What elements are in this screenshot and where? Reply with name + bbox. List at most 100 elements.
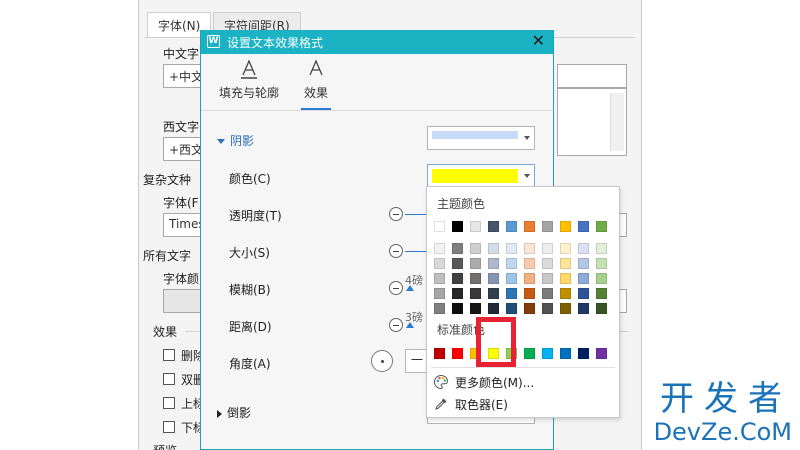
western-font-input[interactable]: +西文 xyxy=(163,137,203,161)
theme-tint-swatch[interactable] xyxy=(560,243,571,254)
standard-color-swatch[interactable] xyxy=(560,348,571,359)
blur-slider-thumb[interactable] xyxy=(406,285,414,291)
theme-tint-swatch[interactable] xyxy=(452,273,463,284)
theme-tint-swatch[interactable] xyxy=(470,303,481,314)
tab-effects[interactable]: 效果 xyxy=(297,58,335,101)
theme-tint-swatch[interactable] xyxy=(488,273,499,284)
theme-tint-swatch[interactable] xyxy=(596,258,607,269)
tab-divider xyxy=(201,110,553,111)
watermark-en: DevZe.CoM xyxy=(653,418,792,446)
theme-tint-swatch[interactable] xyxy=(434,243,445,254)
theme-tint-swatch[interactable] xyxy=(452,288,463,299)
theme-tint-swatch[interactable] xyxy=(524,303,535,314)
subscript-checkbox[interactable] xyxy=(163,421,175,433)
theme-tint-swatch[interactable] xyxy=(470,258,481,269)
shadow-color-dropdown[interactable] xyxy=(427,164,535,188)
theme-tint-swatch[interactable] xyxy=(524,273,535,284)
reflection-section-header[interactable]: 倒影 xyxy=(217,404,251,421)
strikethrough-checkbox[interactable] xyxy=(163,349,175,361)
double-strikethrough-checkbox[interactable] xyxy=(163,373,175,385)
theme-tint-swatch[interactable] xyxy=(488,243,499,254)
theme-tint-swatch[interactable] xyxy=(542,288,553,299)
theme-tint-swatch[interactable] xyxy=(578,258,589,269)
theme-tint-swatch[interactable] xyxy=(560,273,571,284)
theme-tint-swatch[interactable] xyxy=(470,273,481,284)
tab-effects-label: 效果 xyxy=(303,86,328,100)
theme-tint-swatch[interactable] xyxy=(434,288,445,299)
theme-tint-swatch[interactable] xyxy=(506,288,517,299)
theme-tint-swatch[interactable] xyxy=(596,303,607,314)
font-list[interactable] xyxy=(557,88,627,156)
more-colors-item[interactable]: 更多颜色(M)... xyxy=(433,373,534,391)
distance-decrease-button[interactable] xyxy=(389,318,403,332)
theme-tint-swatch[interactable] xyxy=(506,258,517,269)
theme-tint-swatch[interactable] xyxy=(488,303,499,314)
tab-fill-outline[interactable]: 填充与轮廓 xyxy=(217,58,281,101)
theme-tint-swatch[interactable] xyxy=(524,258,535,269)
font-list-scrollbar[interactable] xyxy=(610,93,624,151)
standard-color-swatch[interactable] xyxy=(524,348,535,359)
theme-color-swatch[interactable] xyxy=(470,221,481,232)
theme-color-swatch[interactable] xyxy=(434,221,445,232)
theme-tint-swatch[interactable] xyxy=(596,288,607,299)
standard-color-swatch[interactable] xyxy=(578,348,589,359)
font-color-button[interactable] xyxy=(163,289,203,313)
theme-tint-swatch[interactable] xyxy=(560,288,571,299)
theme-tint-swatch[interactable] xyxy=(578,303,589,314)
standard-color-swatch[interactable] xyxy=(434,348,445,359)
theme-tint-row xyxy=(434,243,614,254)
theme-color-swatch[interactable] xyxy=(452,221,463,232)
close-icon[interactable]: ✕ xyxy=(532,32,545,50)
theme-tint-swatch[interactable] xyxy=(470,288,481,299)
theme-color-swatch[interactable] xyxy=(506,221,517,232)
standard-color-swatch[interactable] xyxy=(596,348,607,359)
theme-color-swatch[interactable] xyxy=(578,221,589,232)
transparency-decrease-button[interactable] xyxy=(389,207,403,221)
theme-tint-swatch[interactable] xyxy=(542,243,553,254)
theme-tint-swatch[interactable] xyxy=(488,258,499,269)
theme-tint-swatch[interactable] xyxy=(452,243,463,254)
theme-color-swatch[interactable] xyxy=(542,221,553,232)
theme-tint-swatch[interactable] xyxy=(542,273,553,284)
shadow-section-header[interactable]: 阴影 xyxy=(217,132,254,149)
angle-dial[interactable] xyxy=(371,350,393,372)
theme-tint-swatch[interactable] xyxy=(452,258,463,269)
theme-tint-swatch[interactable] xyxy=(578,243,589,254)
theme-tint-swatch[interactable] xyxy=(560,258,571,269)
theme-tint-swatch[interactable] xyxy=(542,258,553,269)
standard-color-swatch[interactable] xyxy=(542,348,553,359)
theme-tint-swatch[interactable] xyxy=(434,303,445,314)
chevron-down-icon xyxy=(524,174,530,178)
theme-tint-swatch[interactable] xyxy=(506,303,517,314)
standard-color-swatch[interactable] xyxy=(452,348,463,359)
theme-color-swatch[interactable] xyxy=(524,221,535,232)
theme-tint-swatch[interactable] xyxy=(578,288,589,299)
eyedropper-item[interactable]: 取色器(E) xyxy=(433,395,508,413)
distance-slider-thumb[interactable] xyxy=(406,322,414,328)
theme-tint-swatch[interactable] xyxy=(452,303,463,314)
shadow-preset-dropdown[interactable] xyxy=(427,126,535,150)
theme-tint-swatch[interactable] xyxy=(434,273,445,284)
superscript-checkbox[interactable] xyxy=(163,397,175,409)
theme-tint-swatch[interactable] xyxy=(596,243,607,254)
theme-tint-swatch[interactable] xyxy=(524,243,535,254)
theme-tint-swatch[interactable] xyxy=(560,303,571,314)
chinese-font-input[interactable]: +中文 xyxy=(163,64,203,88)
theme-color-swatch[interactable] xyxy=(560,221,571,232)
theme-tint-swatch[interactable] xyxy=(506,273,517,284)
theme-tint-swatch[interactable] xyxy=(434,258,445,269)
theme-color-swatch[interactable] xyxy=(596,221,607,232)
theme-tint-swatch[interactable] xyxy=(506,243,517,254)
blur-decrease-button[interactable] xyxy=(389,281,403,295)
theme-color-swatch[interactable] xyxy=(488,221,499,232)
size-decrease-button[interactable] xyxy=(389,244,403,258)
complex-font-input[interactable]: Times xyxy=(163,213,203,237)
theme-tint-swatch[interactable] xyxy=(596,273,607,284)
theme-tint-swatch[interactable] xyxy=(578,273,589,284)
theme-tint-swatch[interactable] xyxy=(542,303,553,314)
chinese-font-input-right[interactable] xyxy=(557,64,627,88)
theme-tint-swatch[interactable] xyxy=(524,288,535,299)
theme-tint-swatch[interactable] xyxy=(470,243,481,254)
theme-tint-swatch[interactable] xyxy=(488,288,499,299)
dialog-titlebar[interactable]: W 设置文本效果格式 ✕ xyxy=(201,30,553,54)
